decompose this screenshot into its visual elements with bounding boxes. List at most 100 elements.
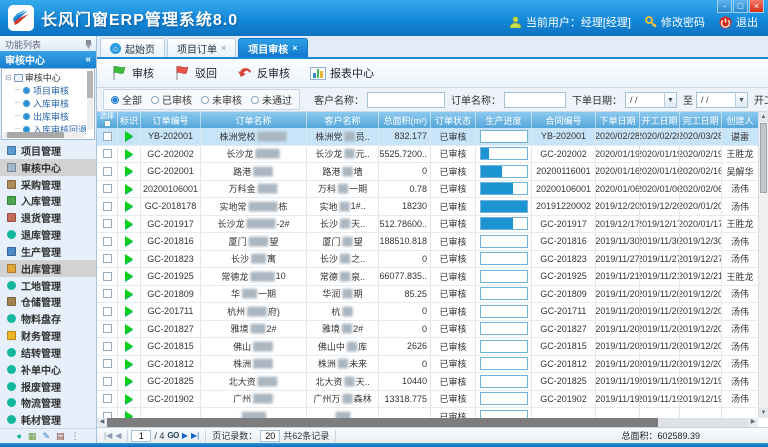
sidebar-item-耗材管理[interactable]: 耗材管理 (0, 411, 96, 428)
order-date-from-picker[interactable]: / /▼ (625, 92, 677, 108)
column-header[interactable]: 客户名称 (307, 112, 379, 128)
row-checkbox[interactable] (103, 359, 112, 368)
sidebar-item-采购管理[interactable]: 采购管理 (0, 176, 96, 193)
sidebar-item-物料盘存[interactable]: 物料盘存 (0, 310, 96, 327)
row-checkbox[interactable] (103, 237, 112, 246)
maximize-button[interactable]: □ (733, 0, 748, 13)
table-row[interactable]: GC-201825 北大资████ 北大资██天.. 10440 已审核 GC-… (97, 373, 758, 391)
scroll-down-icon[interactable]: ▼ (759, 408, 768, 418)
tree-vertical-scrollbar[interactable] (87, 71, 93, 130)
row-checkbox[interactable] (103, 184, 112, 193)
table-row[interactable]: YB-202001 株洲党校██████ 株洲党██员.. 832.177 已审… (97, 128, 758, 146)
order-name-input[interactable] (504, 92, 566, 108)
table-row[interactable]: GC-201711 杭州████府) 杭██ 0 已审核 GC-201711 2… (97, 303, 758, 321)
row-checkbox[interactable] (103, 254, 112, 263)
logout-button[interactable]: 退出 (719, 14, 758, 30)
table-row[interactable]: GC-201917 长沙龙██████-2# 长沙██天.. 8512.7860… (97, 216, 758, 234)
table-row[interactable]: GC-201815 佛山████ 佛山中██库 2626 已审核 GC-2018… (97, 338, 758, 356)
row-checkbox[interactable] (103, 219, 112, 228)
minimize-button[interactable]: - (717, 0, 732, 13)
tree-item-项目审核[interactable]: ─项目审核 (5, 84, 86, 97)
toolbar-button-反审核[interactable]: 反审核 (229, 62, 298, 84)
table-row[interactable]: 20200106001 万科金████ 万科██一期 0.78 已审核 2020… (97, 181, 758, 199)
sidebar-item-退库管理[interactable]: 退库管理 (0, 226, 96, 243)
table-row[interactable]: GC-2018178 实地常██████栋 实地██1#.. 18230 已审核… (97, 198, 758, 216)
next-page-button[interactable]: ▶ (182, 431, 188, 440)
prev-page-button[interactable]: ◀ (115, 431, 121, 440)
row-checkbox[interactable] (103, 167, 112, 176)
sidebar-item-项目管理[interactable]: 项目管理 (0, 142, 96, 159)
sidebar-item-工地管理[interactable]: 工地管理 (0, 277, 96, 294)
scroll-right-icon[interactable]: ▶ (748, 418, 758, 427)
grid-vertical-scrollbar[interactable]: ▲ ▼ (758, 112, 768, 418)
column-header-select[interactable]: 选择 (97, 112, 118, 128)
row-checkbox[interactable] (103, 394, 112, 403)
cart-icon[interactable]: ▦ (28, 431, 37, 442)
scroll-up-icon[interactable]: ▲ (759, 112, 768, 122)
vertical-scroll-thumb[interactable] (760, 123, 767, 193)
sidebar-item-结转管理[interactable]: 结转管理 (0, 344, 96, 361)
go-button[interactable]: GO (167, 431, 178, 440)
dropdown-arrow-icon[interactable]: ▼ (735, 93, 747, 107)
sidebar-item-审核中心[interactable]: 审核中心 (0, 159, 96, 176)
select-all-checkbox[interactable] (104, 120, 111, 127)
column-header[interactable]: 标识 (118, 112, 141, 128)
dot-teal-icon[interactable]: ● (16, 431, 21, 441)
grid-horizontal-scrollbar[interactable]: ◀ ▶ (97, 418, 758, 427)
order-date-to-picker[interactable]: / /▼ (696, 92, 748, 108)
sidebar-item-出库管理[interactable]: 出库管理 (0, 260, 96, 277)
column-header[interactable]: 订单编号 (141, 112, 201, 128)
radio-未审核[interactable]: 未审核 (201, 92, 242, 107)
dropdown-arrow-icon[interactable]: ▼ (664, 93, 676, 107)
overflow-icon[interactable]: ⋮ (71, 431, 80, 442)
sidebar-item-补单中心[interactable]: 补单中心 (0, 361, 96, 378)
pin-icon[interactable] (85, 40, 92, 49)
column-header[interactable]: 创建人 (722, 112, 758, 128)
change-password-button[interactable]: 修改密码 (645, 14, 705, 30)
table-row[interactable]: GC-201823 长沙███寓 长沙██之.. 0 已审核 GC-201823… (97, 251, 758, 269)
table-row[interactable]: █████ ███ 已审核 (97, 408, 758, 418)
sidebar-item-报废管理[interactable]: 报废管理 (0, 378, 96, 395)
toolbar-button-审核[interactable]: 审核 (103, 62, 162, 84)
sidebar-item-物流管理[interactable]: 物流管理 (0, 394, 96, 411)
tab-起始页[interactable]: ⌂ 起始页 (100, 38, 165, 57)
tree-item-出库审核[interactable]: ─出库审核 (5, 110, 86, 123)
horizontal-scroll-thumb[interactable] (107, 418, 658, 427)
column-header[interactable]: 完工日期 (680, 112, 722, 128)
last-page-button[interactable]: ▶| (191, 431, 199, 440)
row-checkbox[interactable] (103, 377, 112, 386)
column-header[interactable]: 下单日期 (596, 112, 640, 128)
table-row[interactable]: GC-201812 株洲████ 株洲██未来 0 已审核 GC-201812 … (97, 356, 758, 374)
sidebar-section-header[interactable]: 审核中心 « (0, 51, 96, 68)
sidebar-item-仓储管理[interactable]: 仓储管理 (0, 293, 96, 310)
toolbar-button-驳回[interactable]: 驳回 (166, 62, 225, 84)
tree-item-入库审核[interactable]: ─入库审核 (5, 97, 86, 110)
row-checkbox[interactable] (103, 202, 112, 211)
page-size-input[interactable] (260, 430, 280, 442)
first-page-button[interactable]: |◀ (104, 431, 112, 440)
page-number-input[interactable] (131, 430, 151, 442)
tree-horizontal-scrollbar[interactable] (3, 132, 85, 138)
radio-未通过[interactable]: 未通过 (251, 92, 292, 107)
column-header[interactable]: 订单名称 (201, 112, 307, 128)
radio-全部[interactable]: 全部 (111, 92, 142, 107)
sidebar-item-退货管理[interactable]: 退货管理 (0, 209, 96, 226)
tree-root[interactable]: ⊟ 审核中心 (5, 71, 86, 84)
row-checkbox[interactable] (103, 289, 112, 298)
row-checkbox[interactable] (103, 132, 112, 141)
close-button[interactable]: × (749, 0, 764, 13)
book-icon[interactable]: ▤ (56, 431, 65, 442)
customer-name-input[interactable] (367, 92, 445, 108)
tab-项目订单[interactable]: 项目订单 × (167, 38, 236, 57)
table-row[interactable]: GC-201816 厦门████望 厦门██望 188510.818 已审核 G… (97, 233, 758, 251)
tab-close-icon[interactable]: × (221, 43, 226, 53)
sidebar-item-生产管理[interactable]: 生产管理 (0, 243, 96, 260)
row-checkbox[interactable] (103, 272, 112, 281)
table-row[interactable]: GC-201902 广州████ 广州万██森林 13318.775 已审核 G… (97, 391, 758, 409)
column-header[interactable]: 开工日期 (640, 112, 680, 128)
table-row[interactable]: GC-201809 华███一期 华润██期 85.25 已审核 GC-2018… (97, 286, 758, 304)
collapse-icon[interactable]: « (85, 54, 91, 65)
toolbar-button-报表中心[interactable]: 报表中心 (302, 62, 382, 84)
table-row[interactable]: GC-202002 长沙龙█████ 长沙龙██元.. 65525.7200..… (97, 146, 758, 164)
radio-已审核[interactable]: 已审核 (151, 92, 192, 107)
